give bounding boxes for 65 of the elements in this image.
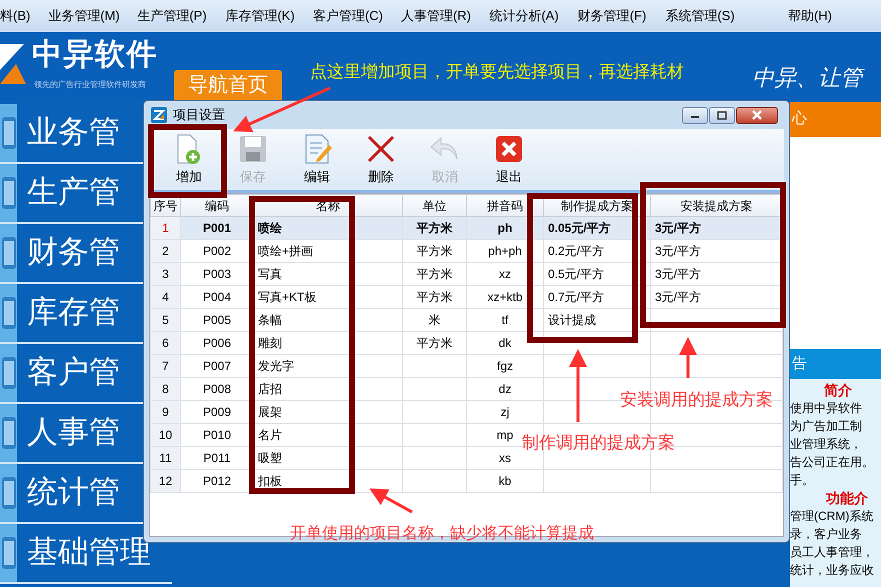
row-number: 7: [150, 354, 180, 378]
section-title: 功能介: [825, 489, 869, 507]
column-header[interactable]: 单位: [402, 194, 466, 216]
panel-header: 告: [790, 349, 881, 379]
row-number: 6: [150, 332, 180, 354]
edit-button[interactable]: 编辑: [285, 132, 349, 190]
sidebar-item[interactable]: 基础管理: [17, 524, 151, 582]
sidebar-item[interactable]: 财务管: [17, 224, 120, 282]
table-cell: kb: [466, 470, 544, 492]
logo-icon: [0, 44, 26, 84]
close-icon: [751, 110, 763, 120]
row-number: 9: [150, 400, 180, 424]
intro-text-line: 手。: [790, 472, 815, 489]
menu-item[interactable]: 料(B): [0, 6, 40, 26]
arrow: [679, 337, 697, 378]
exit-button[interactable]: 退出: [477, 132, 541, 190]
intro-text-line: 业管理系统，: [790, 436, 863, 453]
column-header[interactable]: 安装提成方案: [650, 194, 782, 216]
menu-item[interactable]: 财务管理(F): [568, 6, 656, 26]
dialog-title: 项目设置: [173, 106, 225, 124]
row-number: 2: [150, 240, 180, 262]
arrow: [369, 488, 413, 514]
sidebar-item[interactable]: 生产管: [17, 164, 120, 222]
menu-item[interactable]: 库存管理(K): [216, 6, 304, 26]
annotation-text: 开单使用的项目名称，缺少将不能计算提成: [290, 524, 594, 544]
logo-subtitle: 领先的广告行业管理软件研发商: [34, 81, 146, 89]
intro-text-line: 使用中异软件: [790, 400, 863, 417]
delete-button[interactable]: 删除: [349, 132, 413, 190]
annotation-text: 点这里增加项目，开单要先选择项目，再选择耗材: [310, 61, 684, 83]
row-number: 3: [150, 262, 180, 286]
section-title: 简介: [823, 381, 853, 399]
row-number: 12: [150, 470, 180, 492]
menu-item[interactable]: 生产管理(P): [128, 6, 216, 26]
close-button[interactable]: [736, 106, 778, 124]
app-icon: [151, 107, 167, 123]
intro-text-line: 员工人事管理，: [790, 544, 875, 561]
maximize-button[interactable]: [709, 106, 735, 124]
sidebar-item[interactable]: 业务管: [17, 104, 120, 162]
annotation-text: 安装调用的提成方案: [620, 389, 773, 411]
sidebar-item[interactable]: 人事管: [17, 404, 120, 462]
menu-item[interactable]: 人事管理(R): [392, 6, 480, 26]
menu-item[interactable]: 业务管理(M): [40, 6, 128, 26]
menu-item[interactable]: 客户管理(C): [304, 6, 392, 26]
intro-text-line: 告公司正在用。: [790, 454, 875, 471]
minimize-button[interactable]: [682, 106, 708, 124]
row-number: 8: [150, 378, 180, 400]
sidebar-item[interactable]: 库存管: [17, 284, 120, 342]
intro-text-line: 统计，业务应收: [790, 562, 875, 579]
intro-text-line: 为广告加工制: [790, 418, 863, 435]
add-button[interactable]: 增加: [157, 132, 221, 190]
row-number: 10: [150, 424, 180, 446]
sidebar-item[interactable]: 统计管: [17, 464, 120, 522]
sidebar-item[interactable]: 客户管: [17, 344, 120, 402]
menu-item[interactable]: 统计分析(A): [480, 6, 568, 26]
menu-item[interactable]: 帮助(H): [744, 6, 832, 26]
row-number: 1: [150, 216, 180, 240]
row-number: 4: [150, 286, 180, 308]
panel-header: 心: [790, 100, 881, 137]
menu-item[interactable]: 系统管理(S): [656, 6, 744, 26]
intro-text-line: 管理(CRM)系统: [790, 508, 874, 525]
logo-title: 中异软件: [32, 40, 158, 70]
intro-text-line: 录，客户业务: [790, 526, 863, 543]
row-number: 11: [150, 446, 180, 470]
row-number: 5: [150, 308, 180, 332]
maximize-icon: [717, 110, 727, 120]
